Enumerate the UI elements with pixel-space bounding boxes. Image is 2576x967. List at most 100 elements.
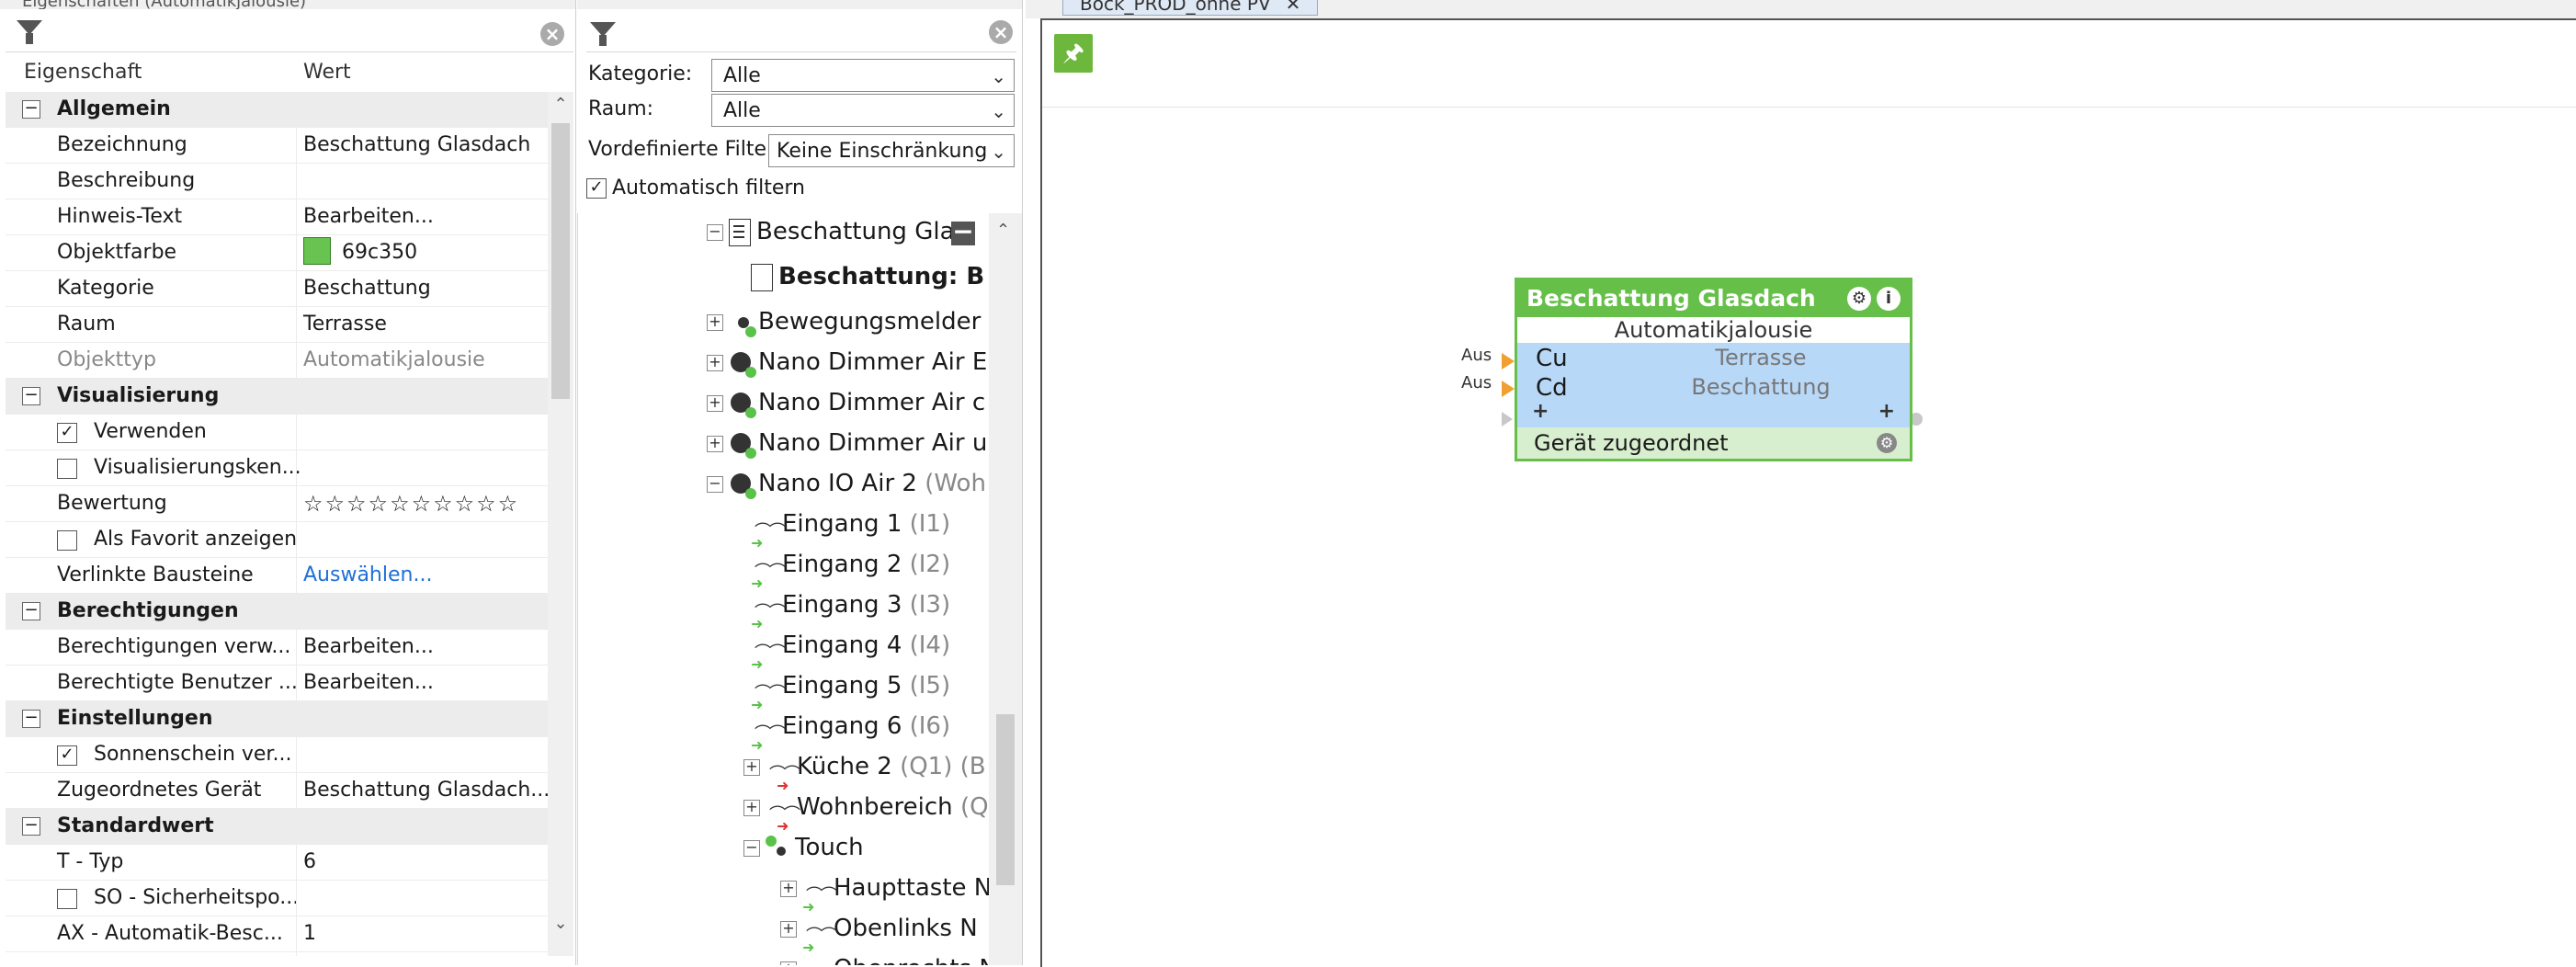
- port-cu[interactable]: Cu: [1536, 345, 1568, 372]
- property-row[interactable]: Verlinkte Bausteine Auswählen...: [6, 558, 548, 594]
- tree-node[interactable]: − Touch: [743, 829, 864, 866]
- property-category[interactable]: − Einstellungen: [6, 701, 548, 737]
- property-value[interactable]: 6: [303, 845, 316, 880]
- input-add-connector-icon[interactable]: [1502, 412, 1513, 427]
- raum-select[interactable]: Alle ⌄: [711, 94, 1015, 127]
- property-value[interactable]: 0.5: [303, 952, 335, 956]
- property-row[interactable]: Zugeordnetes Gerät Beschattung Glasdach..…: [6, 773, 548, 809]
- tree-node[interactable]: + ⌒⌒ ➜ Haupttaste N: [780, 870, 990, 916]
- property-value[interactable]: Bearbeiten...: [303, 630, 434, 665]
- property-category[interactable]: − Standardwert: [6, 809, 548, 845]
- tree-node[interactable]: ⌒⌒ ➜ Eingang 4 (I4): [751, 627, 950, 673]
- property-value[interactable]: Bearbeiten...: [303, 666, 434, 700]
- tree-node[interactable]: + Nano Dimmer Air E: [707, 344, 987, 381]
- property-row[interactable]: Kategorie Beschattung: [6, 271, 548, 307]
- property-row[interactable]: SO - Sicherheitspo...: [6, 881, 548, 916]
- expand-icon[interactable]: +: [780, 920, 797, 938]
- tree-node[interactable]: + Nano Dimmer Air c: [707, 384, 985, 421]
- collapse-icon[interactable]: −: [22, 387, 40, 405]
- peripherals-filter-row[interactable]: ×: [586, 15, 1016, 52]
- property-row[interactable]: Raum Terrasse: [6, 307, 548, 343]
- property-row[interactable]: T - Typ 6: [6, 845, 548, 881]
- property-row[interactable]: Berechtigungen verw... Bearbeiten...: [6, 630, 548, 666]
- property-row[interactable]: Bezeichnung Beschattung Glasdach: [6, 128, 548, 164]
- add-input-icon[interactable]: +: [1532, 400, 1549, 423]
- tree-node[interactable]: + ⌒⌒ ➜ Küche 2 (Q1) (B: [743, 748, 986, 794]
- expand-icon[interactable]: +: [707, 313, 723, 331]
- predefined-filter-select[interactable]: Keine Einschränkung ⌄: [768, 134, 1015, 167]
- tree-node[interactable]: ⌒⌒ ➜ Eingang 2 (I2): [751, 546, 950, 592]
- expand-icon[interactable]: +: [743, 758, 760, 776]
- property-value[interactable]: Beschattung Glasdach...: [303, 773, 548, 808]
- checkbox-checked-icon[interactable]: ✓: [57, 423, 77, 443]
- properties-filter-row[interactable]: ×: [6, 13, 573, 52]
- tree-node[interactable]: + Nano Dimmer Air u: [707, 425, 987, 461]
- expand-icon[interactable]: +: [707, 435, 723, 452]
- tree-node[interactable]: + ⌒⌒ ➜ Wohnbereich (Q: [743, 789, 989, 835]
- collapse-icon[interactable]: −: [22, 100, 40, 119]
- scrollbar-thumb[interactable]: [996, 714, 1015, 885]
- expand-icon[interactable]: +: [780, 961, 797, 965]
- property-link[interactable]: Auswählen...: [303, 558, 432, 593]
- tree-node[interactable]: ⌒⌒ ➜ Eingang 6 (I6): [751, 708, 950, 754]
- property-category[interactable]: − Visualisierung: [6, 379, 548, 415]
- collapse-icon[interactable]: −: [707, 475, 723, 493]
- property-row[interactable]: Berechtigte Benutzer ... Bearbeiten...: [6, 666, 548, 701]
- tree-node[interactable]: ⌒⌒ ➜ Eingang 3 (I3): [751, 586, 950, 632]
- expand-icon[interactable]: +: [707, 354, 723, 371]
- tree-node[interactable]: ⌒⌒ ➜ Eingang 1 (I1): [751, 506, 950, 552]
- property-row[interactable]: Objekttyp Automatikjalousie: [6, 343, 548, 379]
- tree-node[interactable]: ⌒⌒ ➜ Eingang 5 (I5): [751, 667, 950, 713]
- add-output-icon[interactable]: +: [1878, 400, 1895, 423]
- logic-canvas[interactable]: [1040, 18, 2576, 967]
- pin-button[interactable]: 🖈: [1054, 34, 1093, 73]
- collapse-icon[interactable]: −: [22, 602, 40, 620]
- expand-icon[interactable]: +: [743, 799, 760, 816]
- close-tab-icon[interactable]: ✕: [1286, 0, 1301, 15]
- tree-node[interactable]: − Nano IO Air 2 (Woh: [707, 465, 986, 502]
- clear-filter-icon[interactable]: ×: [989, 20, 1013, 44]
- expand-icon[interactable]: +: [707, 394, 723, 412]
- checkbox-unchecked-icon[interactable]: [57, 459, 77, 479]
- property-category[interactable]: − Allgemein: [6, 92, 548, 128]
- kategorie-select[interactable]: Alle ⌄: [711, 59, 1015, 92]
- checkbox-unchecked-icon[interactable]: [57, 889, 77, 909]
- property-row[interactable]: Objektfarbe 69c350: [6, 235, 548, 271]
- scroll-up-icon[interactable]: ⌃: [551, 96, 570, 114]
- collapse-icon[interactable]: −: [743, 839, 760, 857]
- tree-node[interactable]: + ⌒⌒➜ Obenrechts N: [780, 950, 990, 965]
- property-value[interactable]: 1: [303, 916, 316, 951]
- property-value[interactable]: Beschattung: [303, 271, 431, 306]
- input-2-connector-icon[interactable]: [1502, 381, 1515, 397]
- collapse-icon[interactable]: −: [22, 710, 40, 728]
- scroll-down-icon[interactable]: ⌄: [551, 915, 570, 933]
- property-row[interactable]: Beschreibung: [6, 164, 548, 199]
- property-value[interactable]: Terrasse: [303, 307, 387, 342]
- checkbox-unchecked-icon[interactable]: [57, 530, 77, 551]
- port-cd[interactable]: Cd: [1536, 374, 1568, 402]
- property-value[interactable]: 69c350: [303, 235, 417, 270]
- property-row[interactable]: AX - Automatik-Besc... 1: [6, 916, 548, 952]
- property-category[interactable]: − Berechtigungen: [6, 594, 548, 630]
- scrollbar-thumb[interactable]: [551, 123, 570, 399]
- clear-filter-icon[interactable]: ×: [540, 22, 564, 46]
- property-row[interactable]: ✓ Verwenden: [6, 415, 548, 450]
- property-row[interactable]: Bewertung ☆☆☆☆☆☆☆☆☆☆: [6, 486, 548, 522]
- checkbox-checked-icon[interactable]: ✓: [57, 745, 77, 766]
- tree-node[interactable]: − Beschattung Gla: [707, 213, 955, 250]
- info-icon[interactable]: i: [1877, 287, 1901, 311]
- property-value[interactable]: Bearbeiten...: [303, 199, 434, 234]
- rating-stars-icon[interactable]: ☆☆☆☆☆☆☆☆☆☆: [303, 486, 519, 521]
- property-row[interactable]: Hinweis-Text Bearbeiten...: [6, 199, 548, 235]
- tree-node[interactable]: + Bewegungsmelder .: [707, 303, 990, 340]
- input-1-connector-icon[interactable]: [1502, 353, 1515, 370]
- property-row[interactable]: Visualisierungsken...: [6, 450, 548, 486]
- document-tab[interactable]: Bock_PROD_ohne PV ✕: [1062, 0, 1319, 16]
- tree-node[interactable]: Beschattung: B: [751, 258, 984, 295]
- expand-icon[interactable]: +: [780, 880, 797, 897]
- property-row[interactable]: ✓ Sonnenschein ver...: [6, 737, 548, 773]
- settings-gear-icon[interactable]: ⚙: [1847, 287, 1871, 311]
- auto-filter-checkbox[interactable]: ✓ Automatisch filtern: [586, 176, 805, 199]
- properties-scrollbar[interactable]: ⌃ ⌄: [548, 92, 573, 956]
- logic-block-automatikjalousie[interactable]: Beschattung Glasdach ⚙ i Automatikjalous…: [1515, 278, 1912, 461]
